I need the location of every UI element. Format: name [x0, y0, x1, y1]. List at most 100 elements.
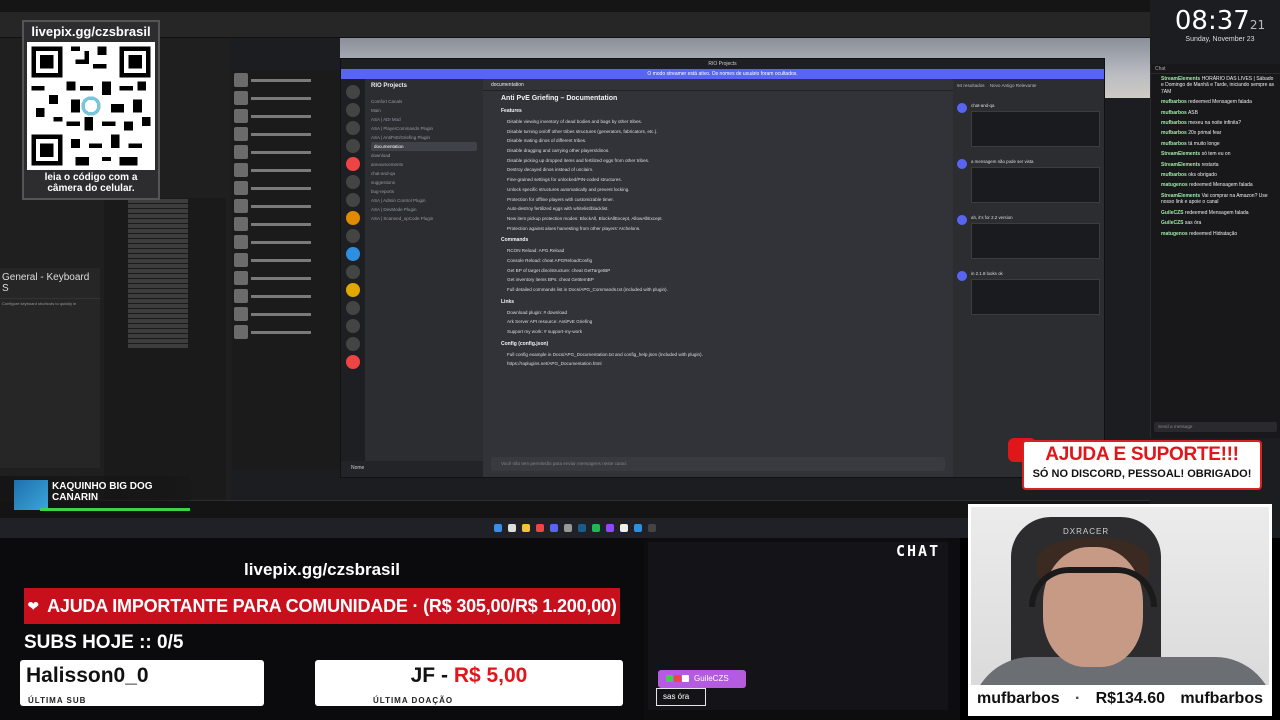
help-title: AJUDA E SUPORTE!!! — [1045, 444, 1239, 465]
channel-item[interactable]: ASA | Scanned_opCode Plugin — [371, 214, 477, 223]
message-input[interactable]: Você não tem permissão para enviar mensa… — [491, 457, 945, 471]
unreal-icon[interactable] — [620, 524, 628, 532]
config-link[interactable]: https://raplugins.net/APG_Documentation.… — [501, 359, 935, 369]
server-icon[interactable] — [346, 211, 360, 225]
content-item[interactable] — [234, 234, 340, 250]
keyboard-settings-title: General - Keyboard S — [0, 268, 100, 299]
content-item[interactable] — [234, 90, 340, 106]
search-result[interactable]: ah, it's for 2.2 version — [957, 215, 1100, 259]
server-icon[interactable] — [346, 247, 360, 261]
channel-item[interactable]: ASA | ADI Mod — [371, 115, 477, 124]
qr-code-icon — [27, 42, 155, 170]
channel-item[interactable]: announcements — [371, 160, 477, 169]
webcam-ticker: mufbarbos · R$134.60 mufbarbos — [971, 685, 1269, 713]
search-result[interactable]: a mensagem não pode ser vista — [957, 159, 1100, 203]
server-icon[interactable] — [346, 319, 360, 333]
chat-username[interactable]: mufbarbos — [1161, 172, 1187, 178]
spotify-icon[interactable] — [592, 524, 600, 532]
channel-item[interactable]: download — [371, 151, 477, 160]
channel-item[interactable]: Comfort Canals — [371, 97, 477, 106]
chat-username[interactable]: mufbarbos — [1161, 99, 1187, 105]
chat-username[interactable]: matugenos — [1161, 182, 1188, 188]
server-icon[interactable] — [346, 157, 360, 171]
discord-channel-list: RIO Projects Comfort Canals Main ASA | A… — [365, 79, 483, 477]
qr-caption-line2: câmera do celular. — [47, 183, 135, 194]
post-body: Anti PvE Griefing – Documentation Featur… — [483, 91, 953, 373]
server-icon[interactable] — [346, 337, 360, 351]
feature-item: Protection for offline players with cust… — [507, 196, 614, 202]
content-item[interactable] — [234, 108, 340, 124]
obs-icon[interactable] — [564, 524, 572, 532]
discord-icon[interactable] — [550, 524, 558, 532]
last-donation-label: ÚLTIMA DOAÇÃO — [373, 696, 454, 705]
search-result[interactable]: chat-and-qa — [957, 103, 1100, 147]
content-item[interactable] — [234, 180, 340, 196]
clock-widget: 08:3721 Sunday, November 23 — [1160, 6, 1280, 43]
browser-icon[interactable] — [536, 524, 544, 532]
last-sub-name: Halisson0_0 — [26, 664, 149, 687]
server-icon[interactable] — [346, 175, 360, 189]
chat-username[interactable]: StreamElements — [1161, 151, 1200, 157]
server-icon[interactable] — [346, 301, 360, 315]
channel-item[interactable]: ASA | DevMode Plugin — [371, 205, 477, 214]
chat-username[interactable]: StreamElements — [1161, 193, 1200, 199]
discord-window-title: RIO Projects — [341, 59, 1104, 69]
link-item[interactable]: Support my work: # support-my-work — [501, 327, 935, 337]
content-item[interactable] — [234, 216, 340, 232]
server-icon[interactable] — [346, 139, 360, 153]
chat-username[interactable]: mufbarbos — [1161, 120, 1187, 126]
file-explorer-icon[interactable] — [522, 524, 530, 532]
search-icon[interactable] — [508, 524, 516, 532]
channel-item[interactable]: chat-and-qa — [371, 169, 477, 178]
server-icon[interactable] — [346, 355, 360, 369]
steam-icon[interactable] — [578, 524, 586, 532]
terminal-icon[interactable] — [648, 524, 656, 532]
search-tab-new[interactable]: Novo — [990, 83, 1001, 88]
server-icon[interactable] — [346, 229, 360, 243]
avatar — [957, 159, 967, 169]
search-result[interactable]: in 2.1.8 looks ok — [957, 271, 1100, 315]
server-icon[interactable] — [346, 85, 360, 99]
channel-item[interactable]: bug-reports — [371, 187, 477, 196]
channel-item-documentation[interactable]: documentation — [371, 142, 477, 151]
content-item[interactable] — [234, 198, 340, 214]
chat-username[interactable]: GuileCZS — [1161, 220, 1184, 226]
content-item[interactable] — [234, 288, 340, 304]
server-icon[interactable] — [346, 121, 360, 135]
search-tab-relevant[interactable]: Relevante — [1016, 83, 1037, 88]
content-item[interactable] — [234, 72, 340, 88]
link-item[interactable]: Ark Server API resource: AntiPvE Griefin… — [501, 317, 935, 327]
content-item[interactable] — [234, 252, 340, 268]
chat-input[interactable]: Send a message — [1154, 422, 1277, 432]
sub-alert: KAQUINHO BIG DOG CANARIN — [0, 476, 190, 516]
channel-item[interactable]: suggestions — [371, 178, 477, 187]
content-item[interactable] — [234, 324, 340, 340]
search-tab-old[interactable]: Antigo — [1001, 83, 1014, 88]
chat-username[interactable]: mufbarbos — [1161, 130, 1187, 136]
chat-username[interactable]: matugenos — [1161, 231, 1188, 237]
livepix-url: livepix.gg/czsbrasil — [244, 560, 400, 579]
chat-username[interactable]: StreamElements — [1161, 162, 1200, 168]
content-item[interactable] — [234, 270, 340, 286]
channel-item[interactable]: ASA | PlayerCommands Plugin — [371, 124, 477, 133]
chat-username[interactable]: mufbarbos — [1161, 110, 1187, 116]
twitch-icon[interactable] — [606, 524, 614, 532]
link-item[interactable]: Download plugin: # download — [501, 308, 935, 318]
channel-item[interactable]: ASA | AntiPvE/Griefing Plugin — [371, 133, 477, 142]
content-item[interactable] — [234, 144, 340, 160]
windows-start-icon[interactable] — [494, 524, 502, 532]
server-icon[interactable] — [346, 193, 360, 207]
content-item[interactable] — [234, 126, 340, 142]
chat-username[interactable]: StreamElements — [1161, 76, 1200, 82]
server-icon[interactable] — [346, 103, 360, 117]
chat-username[interactable]: mufbarbos — [1161, 141, 1187, 147]
server-icon[interactable] — [346, 265, 360, 279]
channel-item[interactable]: Main — [371, 106, 477, 115]
content-item[interactable] — [234, 162, 340, 178]
chat-username[interactable]: GuileCZS — [1161, 210, 1184, 216]
content-item[interactable] — [234, 306, 340, 322]
server-icon[interactable] — [346, 283, 360, 297]
vscode-icon[interactable] — [634, 524, 642, 532]
chat-message: mufbarbos redeemed Mensagem falada — [1151, 97, 1280, 107]
channel-item[interactable]: ASA | Admin Control Plugin — [371, 196, 477, 205]
